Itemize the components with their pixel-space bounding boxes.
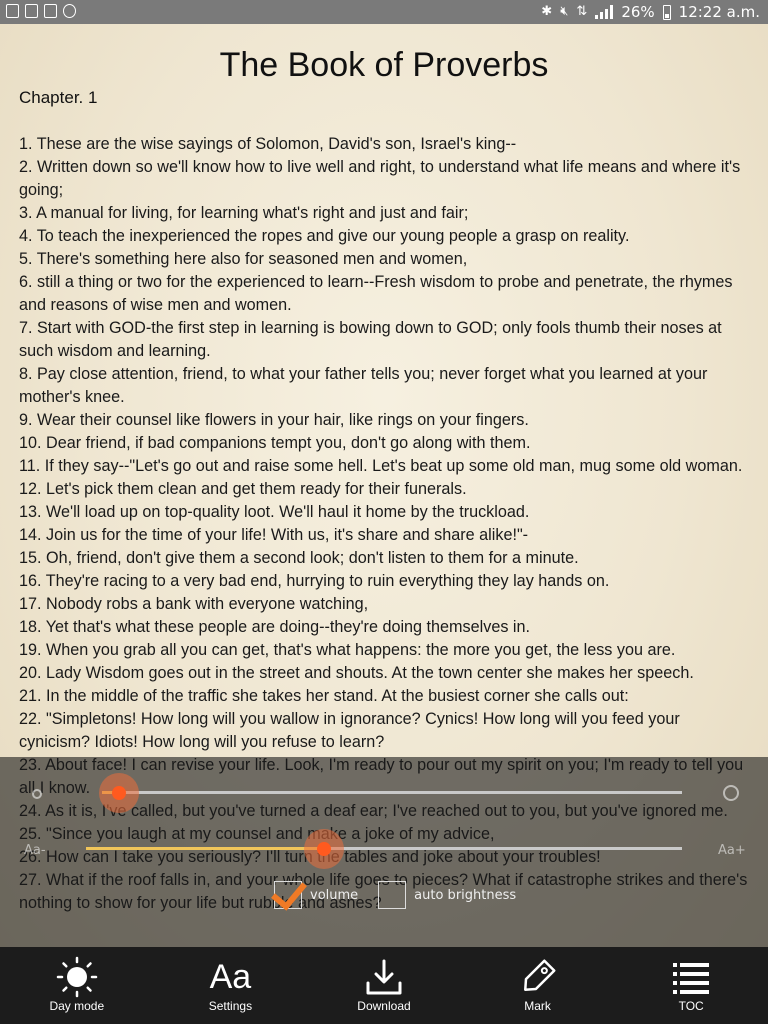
auto-brightness-label: auto brightness	[414, 887, 517, 903]
download-label: Download	[357, 999, 411, 1013]
settings-label: Settings	[208, 999, 253, 1013]
verse: 5. There's something here also for seaso…	[19, 250, 468, 268]
system-indicators: ✱ 🔇︎ ⇅ 26% 12:22 a.m.	[541, 3, 760, 21]
gallery-notification-icon	[6, 4, 19, 18]
font-larger-label: Aa+	[718, 843, 746, 858]
settings-button[interactable]: Aa Settings	[154, 947, 308, 1024]
book-title: The Book of Proverbs	[219, 46, 549, 84]
download-button[interactable]: Download	[307, 947, 461, 1024]
verse: 6. still a thing or two for the experien…	[19, 273, 733, 314]
verse: 20. Lady Wisdom goes out in the street a…	[19, 664, 694, 682]
auto-brightness-checkbox[interactable]	[378, 881, 407, 909]
bottom-toolbar: Day mode Aa Settings Download Mark TOC	[0, 947, 768, 1024]
verse: 8. Pay close attention, friend, to what …	[19, 365, 708, 406]
verse: 2. Written down so we'll know how to liv…	[19, 158, 741, 199]
notification-icons	[6, 4, 76, 18]
font-size-slider-fill	[86, 847, 325, 850]
verse: 16. They're racing to a very bad end, hu…	[19, 572, 610, 590]
list-icon	[666, 955, 716, 999]
day-mode-button[interactable]: Day mode	[0, 947, 154, 1024]
battery-icon	[662, 4, 671, 20]
day-mode-label: Day mode	[49, 999, 105, 1013]
verse: 21. In the middle of the traffic she tak…	[19, 687, 629, 705]
mark-button[interactable]: Mark	[461, 947, 615, 1024]
toc-button[interactable]: TOC	[614, 947, 768, 1024]
verse: 7. Start with GOD-the first step in lear…	[19, 319, 722, 360]
verse: 9. Wear their counsel like flowers in yo…	[19, 411, 529, 429]
brightness-slider[interactable]	[102, 791, 682, 794]
status-bar: ✱ 🔇︎ ⇅ 26% 12:22 a.m.	[0, 0, 768, 24]
tag-icon	[513, 955, 563, 999]
sync-notification-icon	[63, 4, 76, 18]
chapter-heading: Chapter. 1	[19, 88, 98, 107]
download-icon	[359, 955, 409, 999]
clock: 12:22 a.m.	[678, 3, 760, 21]
verse: 13. We'll load up on top-quality loot. W…	[19, 503, 530, 521]
font-size-slider-thumb[interactable]	[304, 829, 345, 869]
verse: 11. If they say--"Let's go out and raise…	[19, 457, 743, 475]
volume-checkbox[interactable]	[271, 873, 307, 911]
toc-label: TOC	[678, 999, 704, 1013]
data-transfer-icon: ⇅	[576, 4, 588, 19]
mute-icon: 🔇︎	[560, 4, 569, 19]
verse: 17. Nobody robs a bank with everyone wat…	[19, 595, 369, 613]
brightness-slider-thumb[interactable]	[99, 773, 140, 813]
verse: 15. Oh, friend, don't give them a second…	[19, 549, 579, 567]
verse: 12. Let's pick them clean and get them r…	[19, 480, 467, 498]
battery-percent: 26%	[621, 3, 655, 21]
file-notification-icon	[44, 4, 57, 18]
verse: 1. These are the wise sayings of Solomon…	[19, 135, 517, 153]
font-smaller-label: Aa-	[24, 843, 46, 858]
checkmark-icon	[271, 873, 307, 911]
reading-settings-panel: Aa- Aa+ volume auto brightness	[0, 757, 768, 947]
verse: 4. To teach the inexperienced the ropes …	[19, 227, 630, 245]
sun-icon	[52, 955, 102, 999]
verse: 14. Join us for the time of your life! W…	[19, 526, 529, 544]
verse: 22. "Simpletons! How long will you wallo…	[19, 710, 680, 751]
font-size-icon: Aa	[209, 958, 252, 996]
signal-icon	[595, 5, 614, 19]
font-size-slider[interactable]	[86, 847, 682, 850]
toggle-row: volume auto brightness	[271, 873, 536, 911]
brightness-low-icon	[26, 783, 48, 805]
volume-label: volume	[310, 887, 359, 903]
mark-label: Mark	[524, 999, 551, 1013]
message-notification-icon	[25, 4, 38, 18]
verse: 19. When you grab all you can get, that'…	[19, 641, 676, 659]
verse: 3. A manual for living, for learning wha…	[19, 204, 469, 222]
brightness-high-icon	[713, 775, 749, 811]
verse: 18. Yet that's what these people are doi…	[19, 618, 531, 636]
bluetooth-icon: ✱	[541, 4, 553, 19]
verse: 10. Dear friend, if bad companions tempt…	[19, 434, 531, 452]
